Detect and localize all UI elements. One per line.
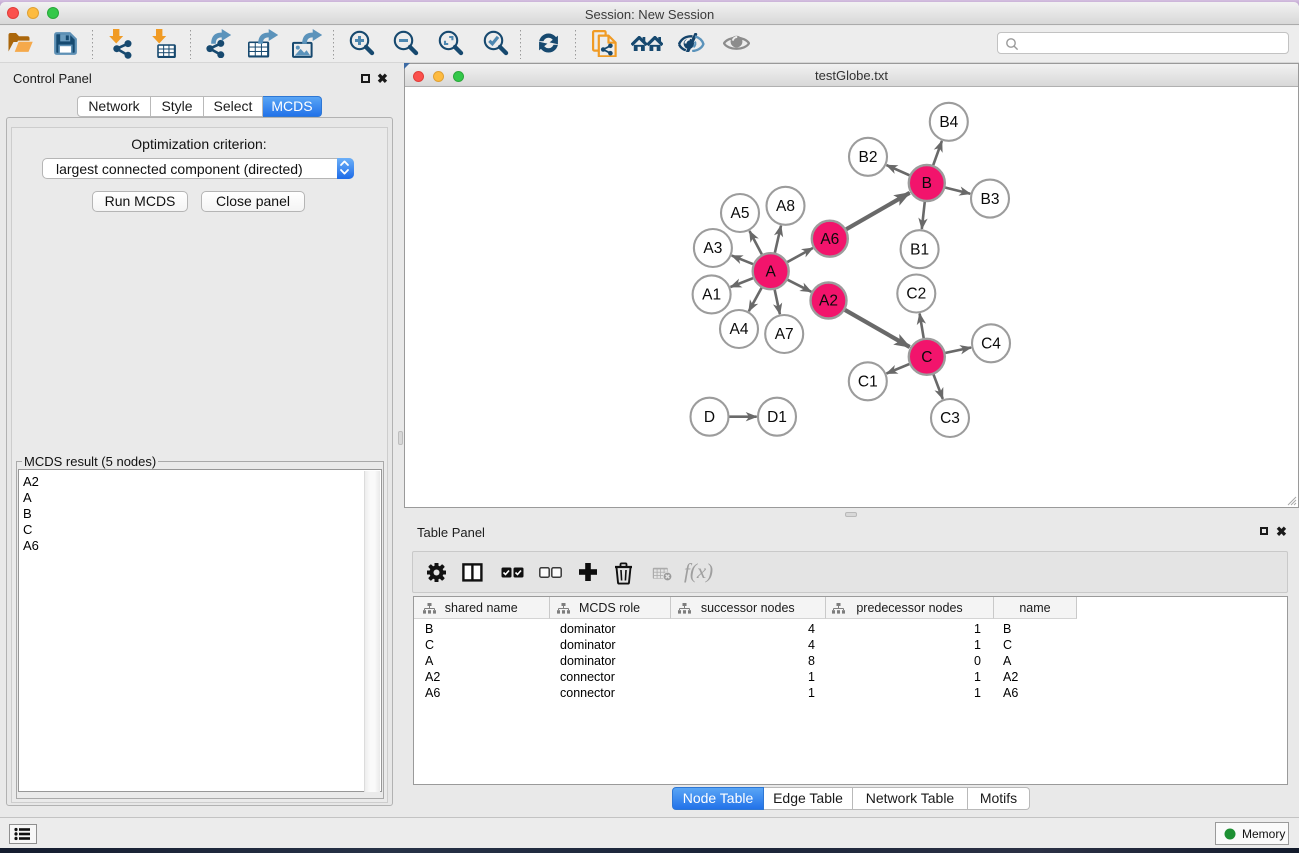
svg-text:A6: A6 — [820, 231, 839, 248]
svg-text:C4: C4 — [981, 336, 1001, 353]
svg-text:B3: B3 — [981, 191, 1000, 208]
svg-text:A: A — [766, 263, 777, 280]
svg-text:A5: A5 — [731, 205, 750, 222]
svg-text:A1: A1 — [702, 287, 721, 304]
svg-text:B1: B1 — [910, 241, 929, 258]
svg-text:A2: A2 — [819, 293, 838, 310]
svg-text:B: B — [922, 175, 932, 192]
svg-text:B4: B4 — [939, 114, 958, 131]
svg-text:A8: A8 — [776, 198, 795, 215]
svg-text:A3: A3 — [703, 240, 722, 257]
svg-text:D1: D1 — [767, 409, 787, 426]
svg-text:C1: C1 — [858, 374, 878, 391]
svg-text:A7: A7 — [775, 326, 794, 343]
svg-text:B2: B2 — [859, 149, 878, 166]
svg-text:D: D — [704, 409, 715, 426]
svg-text:A4: A4 — [730, 321, 749, 338]
svg-text:C3: C3 — [940, 410, 960, 427]
svg-text:C2: C2 — [906, 286, 926, 303]
svg-text:C: C — [921, 349, 932, 366]
